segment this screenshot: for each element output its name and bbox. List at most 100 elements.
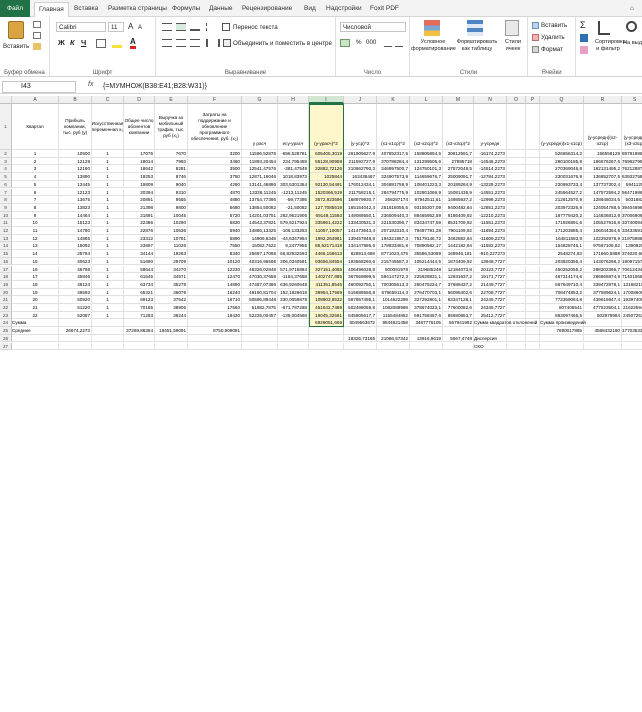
sheet-cell[interactable] bbox=[410, 180, 443, 189]
sheet-cell[interactable] bbox=[622, 319, 642, 328]
help-icon[interactable]: ⌂ bbox=[626, 2, 638, 17]
sheet-cell[interactable] bbox=[309, 265, 344, 274]
sheet-cell[interactable] bbox=[526, 265, 540, 274]
sheet-cell[interactable] bbox=[242, 273, 278, 281]
select-all-corner[interactable] bbox=[0, 96, 12, 104]
sheet-cell[interactable]: 605405,3019 bbox=[309, 150, 344, 158]
sheet-cell[interactable] bbox=[59, 296, 92, 304]
sheet-cell[interactable] bbox=[12, 311, 59, 320]
sheet-cell[interactable] bbox=[344, 234, 377, 243]
sheet-cell[interactable] bbox=[410, 273, 443, 281]
underline-button[interactable]: Ч bbox=[81, 39, 86, 47]
sheet-cell[interactable]: 1 bbox=[12, 150, 59, 158]
column-header[interactable]: B bbox=[59, 96, 92, 104]
sheet-cell[interactable] bbox=[377, 342, 410, 351]
sheet-cell[interactable] bbox=[507, 296, 526, 304]
sheet-cell[interactable] bbox=[12, 234, 59, 243]
sheet-cell[interactable] bbox=[92, 265, 124, 274]
sheet-cell[interactable] bbox=[309, 203, 344, 212]
tab-addins[interactable]: Надстройки bbox=[322, 2, 366, 17]
sheet-cell[interactable] bbox=[309, 196, 344, 204]
sheet-cell[interactable] bbox=[526, 280, 540, 289]
sheet-cell[interactable] bbox=[377, 180, 410, 189]
sheet-cell[interactable] bbox=[242, 219, 278, 227]
row-header[interactable]: 8 bbox=[0, 196, 12, 204]
column-header[interactable]: C bbox=[92, 96, 124, 104]
sheet-cell[interactable]: 97567108,82 bbox=[584, 242, 622, 251]
sort-filter-button[interactable]: Сортировка и фильтр bbox=[595, 39, 626, 52]
sheet-cell[interactable] bbox=[242, 227, 278, 235]
column-header[interactable]: D bbox=[124, 96, 155, 104]
sheet-cell[interactable] bbox=[278, 327, 309, 335]
sheet-cell[interactable] bbox=[507, 327, 526, 335]
sheet-cell[interactable]: 3500 bbox=[188, 165, 242, 174]
sheet-cell[interactable] bbox=[526, 165, 540, 174]
sheet-cell[interactable]: 261905627,9 bbox=[344, 150, 377, 158]
row-header[interactable]: 1 bbox=[0, 104, 12, 150]
sheet-cell[interactable] bbox=[507, 150, 526, 158]
sheet-cell[interactable] bbox=[526, 227, 540, 235]
sheet-cell[interactable] bbox=[377, 196, 410, 204]
sheet-cell[interactable]: 1 bbox=[92, 242, 124, 251]
sheet-cell[interactable] bbox=[377, 203, 410, 212]
sheet-cell[interactable]: (y-yрасч)^2 bbox=[309, 104, 344, 150]
sheet-cell[interactable] bbox=[507, 203, 526, 212]
column-header[interactable]: A bbox=[12, 96, 59, 104]
sheet-cell[interactable] bbox=[526, 211, 540, 220]
fill-icon[interactable] bbox=[580, 34, 588, 42]
sheet-cell[interactable] bbox=[92, 234, 124, 243]
sheet-cell[interactable] bbox=[344, 196, 377, 204]
sheet-cell[interactable]: 124750101,3 bbox=[410, 165, 443, 174]
sheet-cell[interactable] bbox=[507, 242, 526, 251]
sheet-cell[interactable] bbox=[309, 296, 344, 304]
sheet-cell[interactable] bbox=[526, 157, 540, 166]
sheet-cell[interactable] bbox=[584, 227, 622, 235]
sheet-cell[interactable] bbox=[242, 265, 278, 274]
sheet-cell[interactable] bbox=[377, 265, 410, 274]
sheet-cell[interactable] bbox=[92, 219, 124, 227]
sheet-cell[interactable] bbox=[309, 288, 344, 297]
sheet-cell[interactable] bbox=[278, 188, 309, 197]
sheet-cell[interactable] bbox=[124, 296, 155, 304]
copy-icon[interactable] bbox=[33, 32, 41, 39]
grow-font-button[interactable]: A bbox=[128, 23, 133, 31]
sheet-cell[interactable]: 280100185,8 bbox=[540, 157, 584, 166]
format-as-table-icon[interactable] bbox=[467, 20, 483, 36]
row-header[interactable]: 13 bbox=[0, 234, 12, 243]
sheet-cell[interactable] bbox=[124, 311, 155, 320]
sheet-cell[interactable]: 15092 bbox=[59, 242, 92, 251]
sheet-cell[interactable] bbox=[12, 288, 59, 297]
sheet-cell[interactable] bbox=[377, 273, 410, 281]
sheet-cell[interactable] bbox=[278, 288, 309, 297]
sheet-cell[interactable] bbox=[443, 219, 474, 227]
sheet-cell[interactable] bbox=[155, 296, 188, 304]
column-header[interactable]: R bbox=[584, 96, 622, 104]
sheet-cell[interactable] bbox=[124, 188, 155, 197]
sheet-cell[interactable] bbox=[622, 281, 642, 289]
sheet-cell[interactable]: 89781985,2 bbox=[622, 150, 642, 158]
column-header[interactable]: Q bbox=[540, 96, 584, 104]
sheet-cell[interactable] bbox=[155, 319, 188, 328]
sheet-cell[interactable] bbox=[92, 203, 124, 212]
sheet-cell[interactable] bbox=[377, 280, 410, 289]
sheet-cell[interactable] bbox=[443, 288, 474, 297]
sheet-cell[interactable] bbox=[155, 334, 188, 343]
sheet-cell[interactable] bbox=[92, 334, 124, 343]
sheet-cell[interactable] bbox=[344, 265, 377, 274]
sheet-cell[interactable] bbox=[92, 304, 124, 312]
sheet-cell[interactable] bbox=[155, 273, 188, 281]
sheet-cell[interactable] bbox=[242, 327, 278, 335]
merge-center-button[interactable]: Объединить и поместить в центре bbox=[233, 40, 332, 48]
sheet-cell[interactable] bbox=[507, 288, 526, 297]
sheet-cell[interactable] bbox=[443, 188, 474, 197]
insert-function-button[interactable]: fx bbox=[88, 81, 93, 88]
sheet-cell[interactable] bbox=[540, 342, 584, 351]
sheet-cell[interactable] bbox=[507, 311, 526, 320]
sheet-cell[interactable] bbox=[124, 211, 155, 220]
find-select-button[interactable]: На выд bbox=[623, 39, 642, 47]
sheet-cell[interactable] bbox=[124, 304, 155, 312]
sheet-cell[interactable]: 211592727,9 bbox=[344, 157, 377, 166]
sheet-cell[interactable] bbox=[526, 196, 540, 204]
sheet-cell[interactable] bbox=[124, 227, 155, 235]
sheet-cell[interactable] bbox=[12, 319, 59, 328]
